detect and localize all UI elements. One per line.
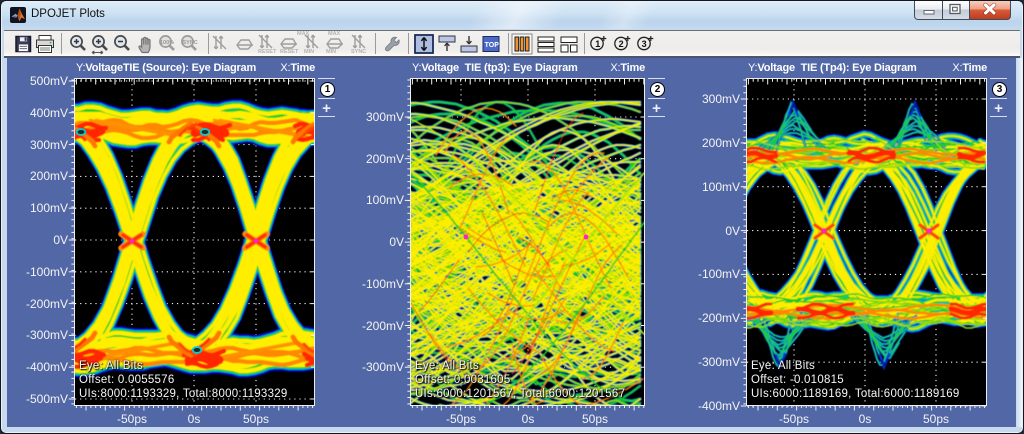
svg-text:RESET: RESET <box>280 49 299 54</box>
svg-text:SYNC: SYNC <box>351 49 366 54</box>
svg-text:MIN: MIN <box>326 49 336 54</box>
svg-text:SYNC: SYNC <box>183 40 198 46</box>
svg-text:3: 3 <box>642 39 647 49</box>
svg-text:MAX: MAX <box>297 31 310 37</box>
svg-text:2: 2 <box>619 39 624 49</box>
svg-text:MIN: MIN <box>304 49 314 54</box>
svg-text:MAX: MAX <box>328 31 341 37</box>
svg-text:RESET: RESET <box>258 49 277 54</box>
svg-text:100%: 100% <box>160 40 174 46</box>
svg-text:1: 1 <box>595 39 600 49</box>
svg-text:TOP: TOP <box>485 42 500 49</box>
